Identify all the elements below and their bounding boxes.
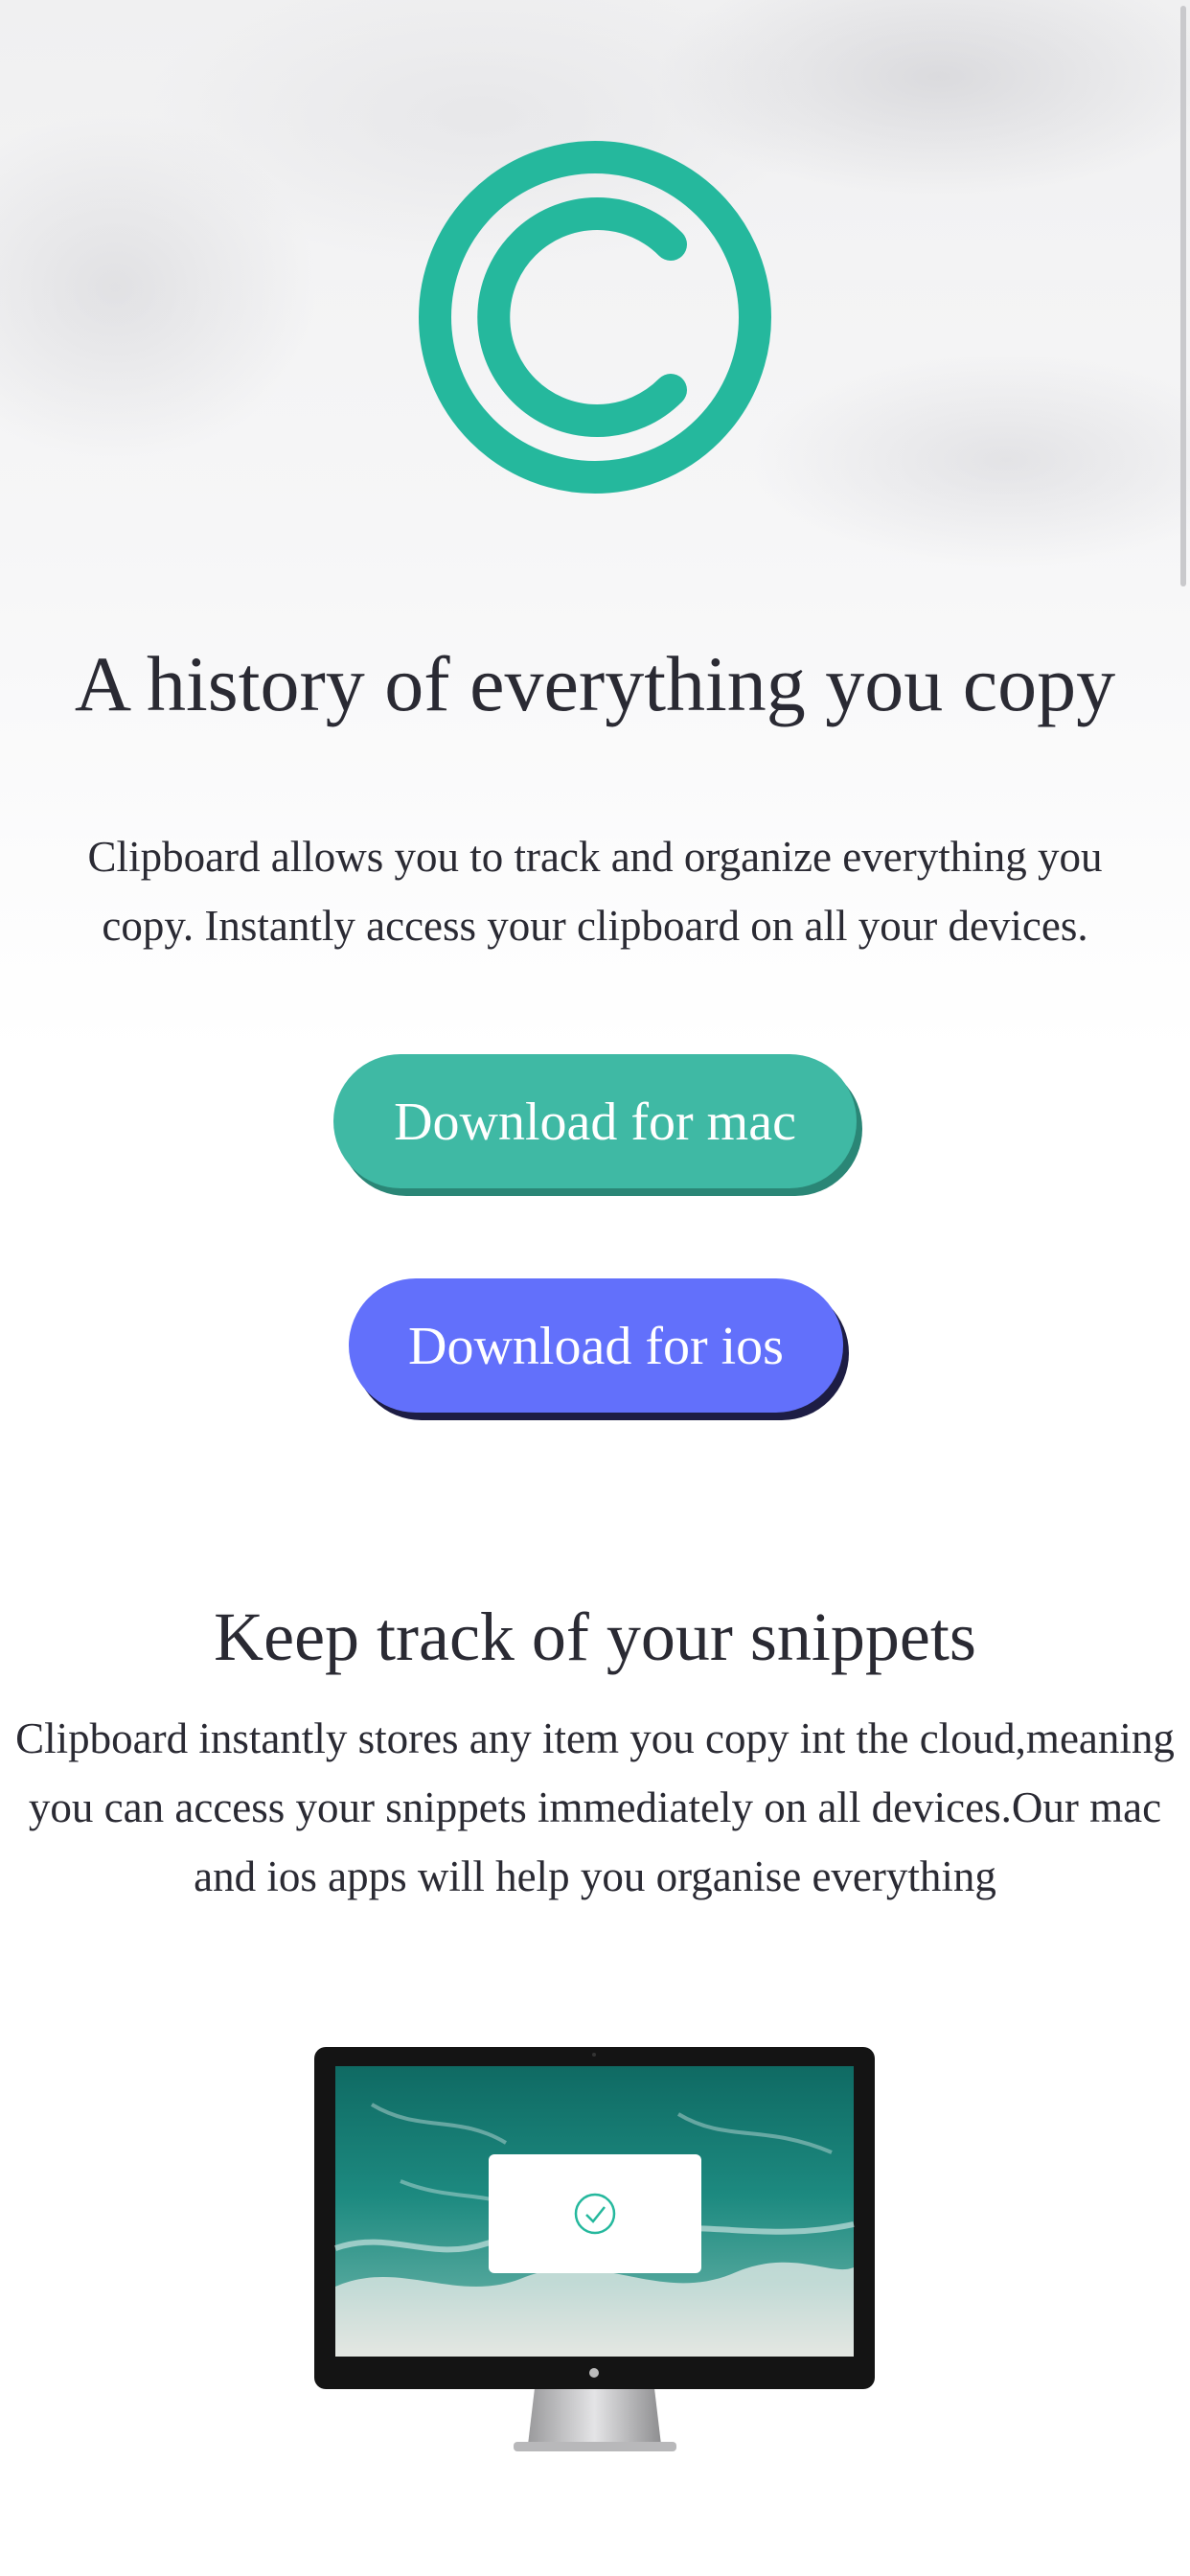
download-mac-button[interactable]: Download for mac xyxy=(333,1054,857,1188)
copyright-circle-icon xyxy=(419,141,771,494)
monitor-illustration xyxy=(314,2047,875,2451)
scrollbar[interactable] xyxy=(1180,6,1186,586)
snippets-title: Keep track of your snippets xyxy=(214,1598,976,1675)
hero-title: A history of everything you copy xyxy=(74,640,1116,727)
snippets-description: Clipboard instantly stores any item you … xyxy=(15,1714,1175,1900)
download-ios-button[interactable]: Download for ios xyxy=(349,1278,843,1413)
hero-description: Clipboard allows you to track and organi… xyxy=(87,833,1103,950)
